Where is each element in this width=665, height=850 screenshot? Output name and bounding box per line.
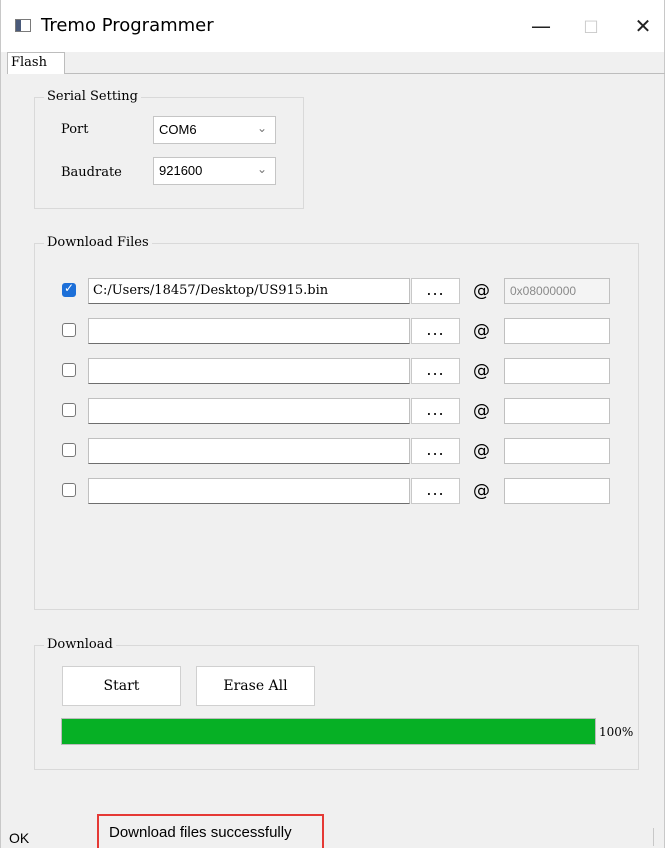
file-row-2-address-input[interactable] [504, 318, 610, 344]
file-row-5-checkbox[interactable] [62, 443, 76, 457]
baudrate-value: 921600 [159, 163, 203, 178]
file-row-3-address-input[interactable] [504, 358, 610, 384]
file-row-4-browse-button[interactable]: ... [411, 398, 460, 424]
download-title: Download [44, 637, 116, 652]
chevron-down-icon: ⌄ [256, 121, 267, 135]
file-row-6-address-input[interactable] [504, 478, 610, 504]
chevron-down-icon: ⌄ [256, 162, 267, 176]
at-icon: @ [473, 321, 490, 341]
tab-flash[interactable]: Flash [7, 52, 65, 74]
baudrate-label: Baudrate [61, 165, 122, 180]
close-icon[interactable]: ✕ [623, 10, 663, 42]
file-row-5-address-input[interactable] [504, 438, 610, 464]
file-row-2-checkbox[interactable] [62, 323, 76, 337]
file-row-6-checkbox[interactable] [62, 483, 76, 497]
erase-all-button[interactable]: Erase All [196, 666, 315, 706]
at-icon: @ [473, 361, 490, 381]
download-progress-bar [61, 718, 596, 745]
at-icon: @ [473, 441, 490, 461]
at-icon: @ [473, 281, 490, 301]
start-button[interactable]: Start [62, 666, 181, 706]
file-row-1-browse-button[interactable]: ... [411, 278, 460, 304]
file-row-2-path-input[interactable] [88, 318, 410, 344]
minimize-icon[interactable]: — [521, 10, 561, 42]
file-row-3-browse-button[interactable]: ... [411, 358, 460, 384]
title-bar[interactable]: Tremo Programmer — □ ✕ [1, 0, 664, 52]
file-row-1-checkbox[interactable] [62, 281, 76, 297]
at-icon: @ [473, 401, 490, 421]
download-progress-fill [62, 719, 595, 744]
status-message: Download files successfully [97, 814, 324, 848]
serial-setting-group [34, 97, 304, 209]
tab-bar-divider [65, 73, 665, 74]
file-row-3-path-input[interactable] [88, 358, 410, 384]
tremo-programmer-window: Tremo Programmer — □ ✕ Flash Serial Sett… [0, 0, 665, 848]
file-row-4-path-input[interactable] [88, 398, 410, 424]
download-files-title: Download Files [44, 235, 152, 250]
status-ok-text: OK [9, 830, 30, 846]
file-row-1-path-input[interactable]: C:/Users/18457/Desktop/US915.bin [88, 278, 410, 304]
file-row-4-checkbox[interactable] [62, 403, 76, 417]
baudrate-select[interactable]: 921600 ⌄ [153, 157, 276, 185]
download-progress-text: 100% [599, 725, 634, 739]
port-select[interactable]: COM6 ⌄ [153, 116, 276, 144]
maximize-icon[interactable]: □ [571, 10, 611, 42]
download-group [34, 645, 639, 770]
at-icon: @ [473, 481, 490, 501]
tab-bar [1, 52, 664, 74]
port-label: Port [61, 122, 89, 137]
file-row-6-browse-button[interactable]: ... [411, 478, 460, 504]
size-grip[interactable] [653, 828, 654, 846]
port-value: COM6 [159, 122, 197, 137]
file-row-3-checkbox[interactable] [62, 363, 76, 377]
serial-setting-title: Serial Setting [44, 89, 141, 104]
file-row-4-address-input[interactable] [504, 398, 610, 424]
file-row-5-path-input[interactable] [88, 438, 410, 464]
file-row-1-address-input[interactable]: 0x08000000 [504, 278, 610, 304]
file-row-6-path-input[interactable] [88, 478, 410, 504]
window-title: Tremo Programmer [41, 15, 214, 36]
file-row-2-browse-button[interactable]: ... [411, 318, 460, 344]
file-row-5-browse-button[interactable]: ... [411, 438, 460, 464]
app-window-icon [15, 19, 31, 32]
